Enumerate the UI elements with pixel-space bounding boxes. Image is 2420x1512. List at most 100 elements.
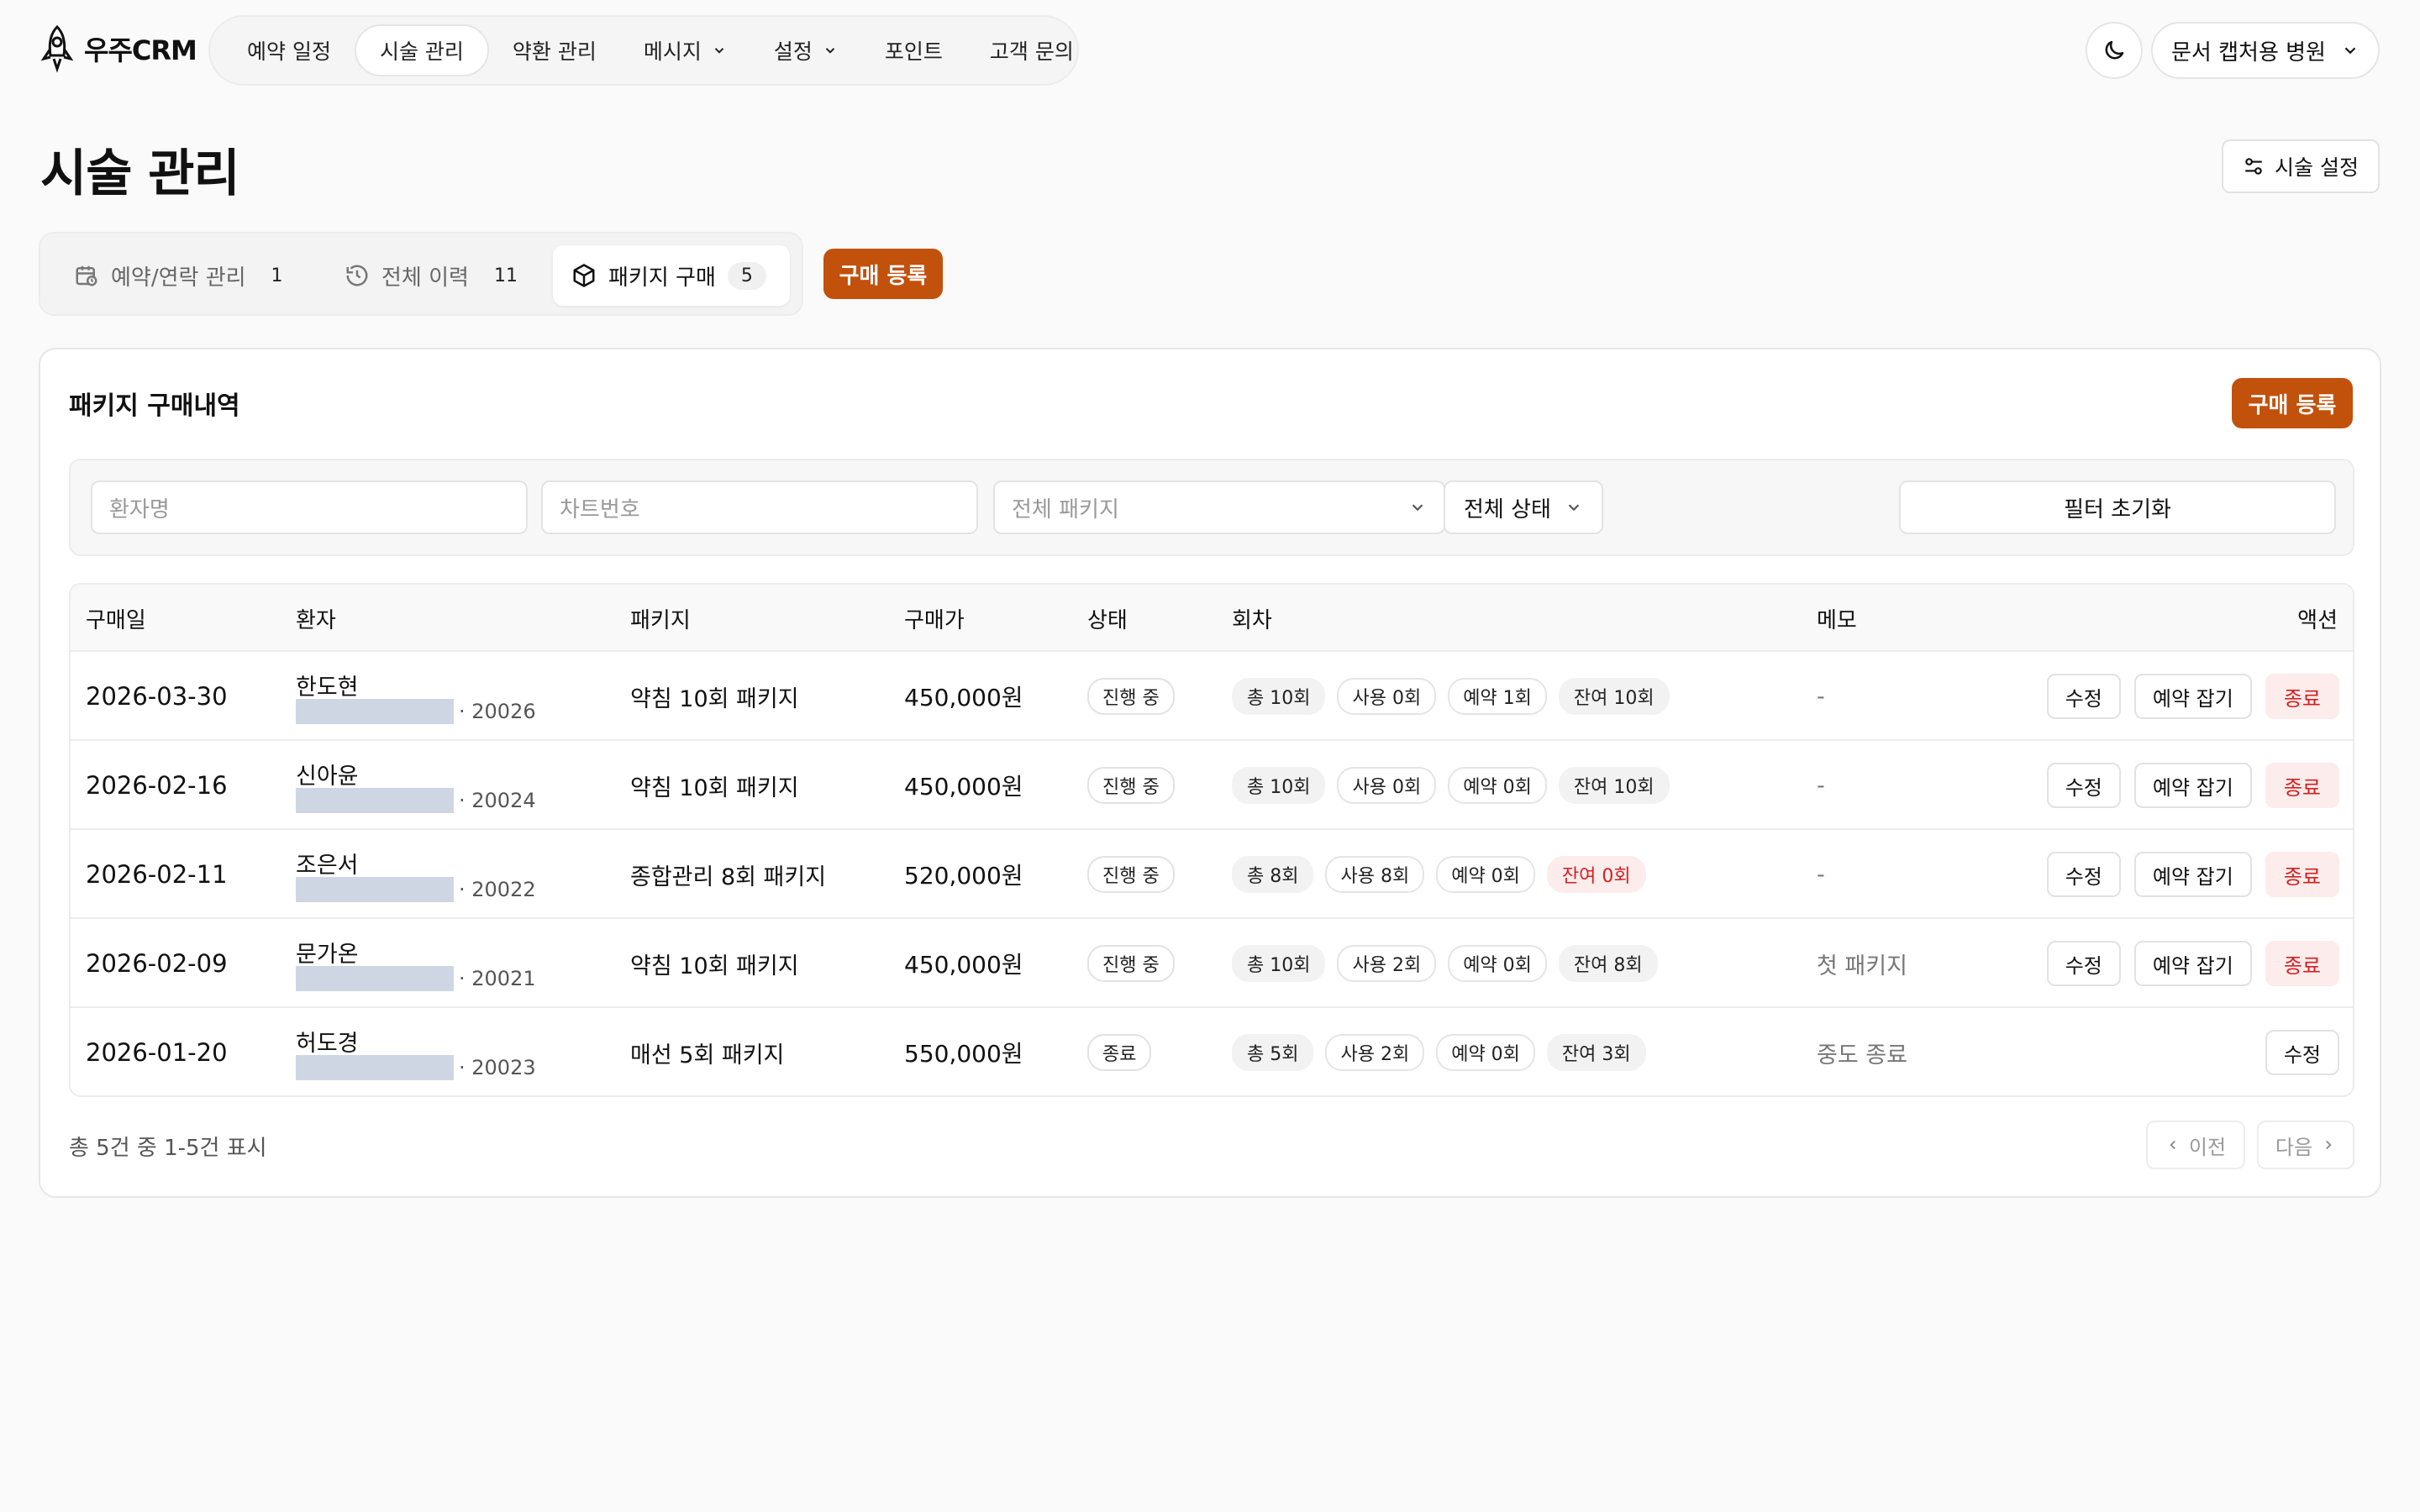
nav-item-label: 약환 관리: [512, 39, 597, 64]
nav-item[interactable]: 약환 관리: [489, 24, 620, 76]
purchase-register-button[interactable]: 구매 등록: [2232, 378, 2353, 428]
col-header-patient[interactable]: 환자: [296, 585, 336, 652]
status-cell: 진행 중: [1087, 830, 1175, 919]
nav-item[interactable]: 설정: [750, 24, 861, 76]
edit-button[interactable]: 수정: [2265, 1030, 2339, 1075]
col-header-status[interactable]: 상태: [1087, 585, 1128, 652]
end-package-button[interactable]: 종료: [2265, 941, 2339, 986]
book-appointment-button[interactable]: 예약 잡기: [2133, 852, 2252, 897]
table-row[interactable]: 2026-02-16 신아윤 · 20024 약침 10회 패키지 450,000원 진행…: [71, 741, 2353, 830]
tab-count-badge: 5: [727, 261, 766, 290]
tab-reservation-contact[interactable]: 예약/연락 관리 1: [55, 245, 315, 306]
total-rounds-pill: 총 5회: [1232, 1034, 1314, 1071]
tab-package-purchase[interactable]: 패키지 구매 5: [553, 245, 790, 306]
memo: -: [1817, 861, 1825, 888]
col-header-package[interactable]: 패키지: [630, 585, 691, 652]
table-row[interactable]: 2026-03-30 한도현 · 20026 약침 10회 패키지 450,000원 진행…: [71, 652, 2353, 741]
col-header-rounds[interactable]: 회차: [1232, 585, 1272, 652]
nav-item[interactable]: 포인트: [861, 24, 966, 76]
package-icon: [573, 264, 595, 287]
edit-button[interactable]: 수정: [2046, 941, 2121, 986]
rounds-cell: 총 10회 사용 0회 예약 1회 잔여 10회: [1232, 652, 1670, 741]
nav-item-label: 시술 관리: [379, 39, 464, 64]
patient-name[interactable]: 한도현: [296, 669, 359, 701]
chart-number: · 20022: [296, 877, 536, 902]
edit-button[interactable]: 수정: [2046, 852, 2121, 897]
nav-item-label: 포인트: [884, 39, 943, 64]
patient-name[interactable]: 조은서: [296, 847, 359, 879]
patient-name-input[interactable]: 환자명: [91, 480, 528, 534]
card-title: 패키지 구매내역: [69, 391, 240, 421]
end-package-button[interactable]: 종료: [2265, 674, 2339, 719]
row-actions: 수정 예약 잡기 종료: [2046, 652, 2339, 741]
chart-number-text: · 20022: [459, 878, 536, 901]
package-name: 약침 10회 패키지: [630, 953, 799, 979]
package-select[interactable]: 전체 패키지: [993, 480, 1445, 534]
patient-name[interactable]: 문가온: [296, 936, 359, 969]
chevron-down-icon: [825, 48, 835, 54]
status-cell: 종료: [1087, 1008, 1152, 1095]
next-page-button[interactable]: 다음: [2257, 1121, 2354, 1169]
col-header-actions: 액션: [2297, 607, 2338, 633]
remaining-rounds-pill: 잔여 0회: [1546, 856, 1646, 893]
row-actions: 수정: [2265, 1008, 2339, 1095]
book-appointment-button[interactable]: 예약 잡기: [2133, 674, 2252, 719]
chart-number-input[interactable]: 차트번호: [541, 480, 978, 534]
table-row[interactable]: 2026-02-11 조은서 · 20022 종합관리 8회 패키지 520,000원 진…: [71, 830, 2353, 919]
remaining-rounds-pill: 잔여 3회: [1546, 1034, 1646, 1071]
remaining-rounds-pill: 잔여 10회: [1558, 767, 1670, 804]
col-header-date[interactable]: 구매일: [86, 585, 146, 652]
status-select[interactable]: 전체 상태: [1444, 480, 1603, 534]
purchase-price: 450,000원: [904, 684, 1023, 711]
nav-item-label: 고객 문의: [989, 39, 1074, 64]
chart-number-text: · 20023: [459, 1056, 536, 1079]
remaining-rounds-pill: 잔여 8회: [1558, 945, 1658, 982]
table-row[interactable]: 2026-01-20 허도경 · 20023 매선 5회 패키지 550,000원 종료 총…: [71, 1008, 2353, 1095]
row-actions: 수정 예약 잡기 종료: [2046, 830, 2339, 919]
nav-item-label: 설정: [773, 39, 813, 64]
nav-item[interactable]: 예약 일정: [224, 24, 355, 76]
chevron-down-icon: [1568, 504, 1580, 512]
patient-name[interactable]: 허도경: [296, 1025, 359, 1058]
tab-full-history[interactable]: 전체 이력 11: [326, 245, 550, 306]
purchase-register-button-top[interactable]: 구매 등록: [823, 249, 943, 299]
used-rounds-pill: 사용 2회: [1325, 1034, 1425, 1071]
tab-count-badge: 1: [271, 265, 283, 286]
package-name: 약침 10회 패키지: [630, 685, 799, 712]
clinic-selector[interactable]: 문서 캡처용 병원: [2151, 22, 2380, 79]
purchase-date: 2026-02-11: [86, 860, 228, 889]
tab-label: 전체 이력: [381, 265, 469, 291]
nav-item[interactable]: 메시지: [620, 24, 750, 76]
status-badge: 진행 중: [1087, 945, 1175, 982]
clinic-name: 문서 캡처용 병원: [2171, 39, 2326, 66]
procedure-settings-button[interactable]: 시술 설정: [2222, 139, 2380, 193]
purchase-table: 구매일 환자 패키지 구매가 상태 회차 메모 액션 2026-03-30 한도현…: [69, 583, 2354, 1097]
used-rounds-pill: 사용 8회: [1325, 856, 1425, 893]
row-actions: 수정 예약 잡기 종료: [2046, 919, 2339, 1008]
edit-button[interactable]: 수정: [2046, 674, 2121, 719]
app-logo[interactable]: 우주CRM: [39, 24, 197, 74]
filter-reset-button[interactable]: 필터 초기화: [1899, 480, 2336, 534]
status-cell: 진행 중: [1087, 652, 1175, 741]
patient-name[interactable]: 신아윤: [296, 758, 359, 790]
status-cell: 진행 중: [1087, 919, 1175, 1008]
theme-toggle-button[interactable]: [2086, 22, 2143, 79]
end-package-button[interactable]: 종료: [2265, 852, 2339, 897]
edit-button[interactable]: 수정: [2046, 763, 2121, 808]
table-row[interactable]: 2026-02-09 문가온 · 20021 약침 10회 패키지 450,000원 진행…: [71, 919, 2353, 1008]
purchase-date: 2026-02-09: [86, 949, 228, 978]
col-header-price[interactable]: 구매가: [904, 585, 965, 652]
nav-item[interactable]: 고객 문의: [966, 24, 1097, 76]
tab-label: 예약/연락 관리: [111, 265, 246, 291]
book-appointment-button[interactable]: 예약 잡기: [2133, 941, 2252, 986]
nav-item[interactable]: 시술 관리: [354, 24, 489, 76]
tab-count-badge: 11: [493, 265, 518, 286]
book-appointment-button[interactable]: 예약 잡기: [2133, 763, 2252, 808]
purchase-price: 450,000원: [904, 951, 1023, 979]
chart-number-text: · 20026: [459, 700, 536, 723]
package-name: 매선 5회 패키지: [630, 1042, 785, 1068]
history-icon: [346, 265, 368, 286]
end-package-button[interactable]: 종료: [2265, 763, 2339, 808]
redacted-block: [296, 877, 454, 902]
prev-page-button[interactable]: 이전: [2146, 1121, 2245, 1169]
